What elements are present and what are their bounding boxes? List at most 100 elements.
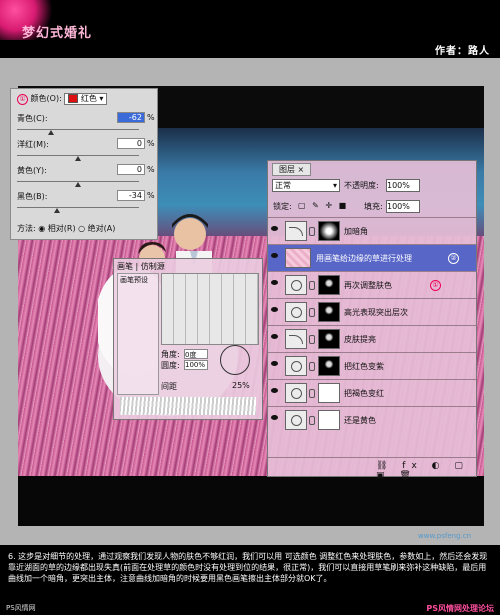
eye-icon[interactable] xyxy=(271,253,278,258)
page-title: 梦幻式婚礼 xyxy=(22,26,93,41)
layer-action-icons[interactable]: ⛓ fx ◐ ▢ ▣ 🗑 xyxy=(376,461,476,481)
absolute-label: 绝对(A) xyxy=(87,224,116,233)
percent-sign: % xyxy=(147,165,155,174)
black-slider-thumb[interactable] xyxy=(54,208,61,213)
layer-mask-thumbnail xyxy=(318,410,340,430)
layers-tab[interactable]: 图层 × xyxy=(272,163,312,176)
layer-mask-thumbnail xyxy=(318,302,340,322)
brush-presets-label: 画笔预设 xyxy=(120,276,148,284)
selective-color-panel: ① 颜色(O): 红色 ▾ 青色(C): -62 % 洋红(M): 0 % 黄色… xyxy=(10,88,158,240)
relative-label: 相对(R) xyxy=(47,224,76,233)
lock-icons[interactable]: ▢ ✎ ✛ ■ xyxy=(298,201,348,210)
color-dropdown-value: 红色 xyxy=(80,94,97,103)
step-badge: ① xyxy=(430,280,441,291)
blend-mode-dropdown[interactable]: 正常 ▾ xyxy=(272,179,340,192)
layer-row[interactable]: 把红色变紫 xyxy=(268,352,476,379)
layer-name: 再次调整肤色 xyxy=(344,281,392,290)
fill-input[interactable]: 100% xyxy=(386,200,420,213)
relative-radio[interactable]: ◉ xyxy=(38,224,45,233)
layer-mask-thumbnail xyxy=(318,221,340,241)
blend-mode-value: 正常 xyxy=(275,181,291,190)
eye-icon[interactable] xyxy=(271,388,278,393)
link-icon xyxy=(309,281,315,290)
spacing-label: 间距 xyxy=(161,382,177,391)
selective-color-icon xyxy=(285,410,307,430)
black-slider[interactable] xyxy=(17,207,139,208)
link-icon xyxy=(309,416,315,425)
spacing-value: 25% xyxy=(232,381,250,390)
black-value-input[interactable]: -34 xyxy=(117,190,145,201)
lock-label: 锁定: xyxy=(273,202,292,211)
cyan-label: 青色(C): xyxy=(17,114,48,123)
curves-adjustment-icon xyxy=(285,329,307,349)
brush-stroke-preview xyxy=(120,397,256,415)
percent-sign: % xyxy=(147,113,155,122)
layer-row[interactable]: 加暗角 xyxy=(268,217,476,244)
author-label: 作者：路人 xyxy=(435,46,490,57)
roundness-input[interactable]: 100% xyxy=(184,360,208,370)
cyan-value-input[interactable]: -62 xyxy=(117,112,145,123)
layer-name: 把红色变紫 xyxy=(344,362,384,371)
layer-row[interactable]: 高光表现突出层次 xyxy=(268,298,476,325)
color-label: 颜色(O): xyxy=(30,94,62,103)
layer-mask-thumbnail xyxy=(318,356,340,376)
brush-tip-grid[interactable] xyxy=(161,273,259,345)
red-swatch-icon xyxy=(68,94,79,103)
percent-sign: % xyxy=(147,191,155,200)
selective-color-icon xyxy=(285,275,307,295)
magenta-slider-thumb[interactable] xyxy=(75,156,81,161)
brush-tab[interactable]: 画笔 | 仿制源 xyxy=(117,261,165,272)
layer-row[interactable]: 还是黄色 xyxy=(268,406,476,433)
color-dropdown[interactable]: 红色 ▾ xyxy=(64,93,108,105)
layer-mask-thumbnail xyxy=(318,329,340,349)
absolute-radio[interactable]: ○ xyxy=(78,224,85,233)
layer-mask-thumbnail xyxy=(318,383,340,403)
link-icon xyxy=(309,227,315,236)
magenta-value-input[interactable]: 0 xyxy=(117,138,145,149)
eye-icon[interactable] xyxy=(271,280,278,285)
selective-color-icon xyxy=(285,356,307,376)
layer-name: 皮肤提亮 xyxy=(344,335,376,344)
layer-row[interactable]: 再次调整肤色 ① xyxy=(268,271,476,298)
eye-icon[interactable] xyxy=(271,415,278,420)
link-icon xyxy=(309,389,315,398)
eye-icon[interactable] xyxy=(271,307,278,312)
percent-sign: % xyxy=(147,139,155,148)
fill-label: 填充: xyxy=(364,202,383,211)
eye-icon[interactable] xyxy=(271,334,278,339)
brush-options-list[interactable]: 画笔预设 xyxy=(117,273,159,395)
magenta-label: 洋红(M): xyxy=(17,140,49,149)
opacity-label: 不透明度: xyxy=(344,181,379,190)
layer-row[interactable]: 皮肤提亮 xyxy=(268,325,476,352)
layer-name: 用画笔给边缘的草进行处理 xyxy=(316,254,412,263)
layer-name: 高光表现突出层次 xyxy=(344,308,408,317)
layer-row[interactable]: 用画笔给边缘的草进行处理 ② xyxy=(268,244,476,271)
method-label: 方法: xyxy=(17,224,36,233)
layer-name: 还是黄色 xyxy=(344,416,376,425)
layer-row[interactable]: 把褐色变红 xyxy=(268,379,476,406)
caption-area: 6. 这步是对细节的处理，通过观察我们发现人物的肤色不够红润，我们可以用 可选颜… xyxy=(0,545,500,615)
yellow-value-input[interactable]: 0 xyxy=(117,164,145,175)
angle-input[interactable]: 0度 xyxy=(184,349,208,359)
cyan-slider[interactable] xyxy=(17,129,139,130)
footer-right-label: PS风情网处理论坛 xyxy=(426,604,494,613)
layers-footer-toolbar: ⛓ fx ◐ ▢ ▣ 🗑 xyxy=(268,457,476,481)
cyan-slider-thumb[interactable] xyxy=(48,130,55,135)
tutorial-caption: 6. 这步是对细节的处理，通过观察我们发现人物的肤色不够红润，我们可以用 可选颜… xyxy=(8,552,488,583)
black-label: 黑色(B): xyxy=(17,192,48,201)
eye-icon[interactable] xyxy=(271,361,278,366)
opacity-input[interactable]: 100% xyxy=(386,179,420,192)
eye-icon[interactable] xyxy=(271,226,278,231)
layer-thumbnail xyxy=(285,248,311,268)
angle-label: 角度: xyxy=(161,350,180,359)
photo-bottom-border xyxy=(18,476,484,526)
chevron-down-icon: ▾ xyxy=(332,181,337,190)
brush-angle-wheel-icon[interactable] xyxy=(220,345,250,375)
link-icon xyxy=(309,362,315,371)
yellow-slider-thumb[interactable] xyxy=(75,182,81,187)
layer-name: 加暗角 xyxy=(344,227,368,236)
curves-adjustment-icon xyxy=(285,221,307,241)
selective-color-icon xyxy=(285,302,307,322)
link-icon xyxy=(309,308,315,317)
layer-name: 把褐色变红 xyxy=(344,389,384,398)
